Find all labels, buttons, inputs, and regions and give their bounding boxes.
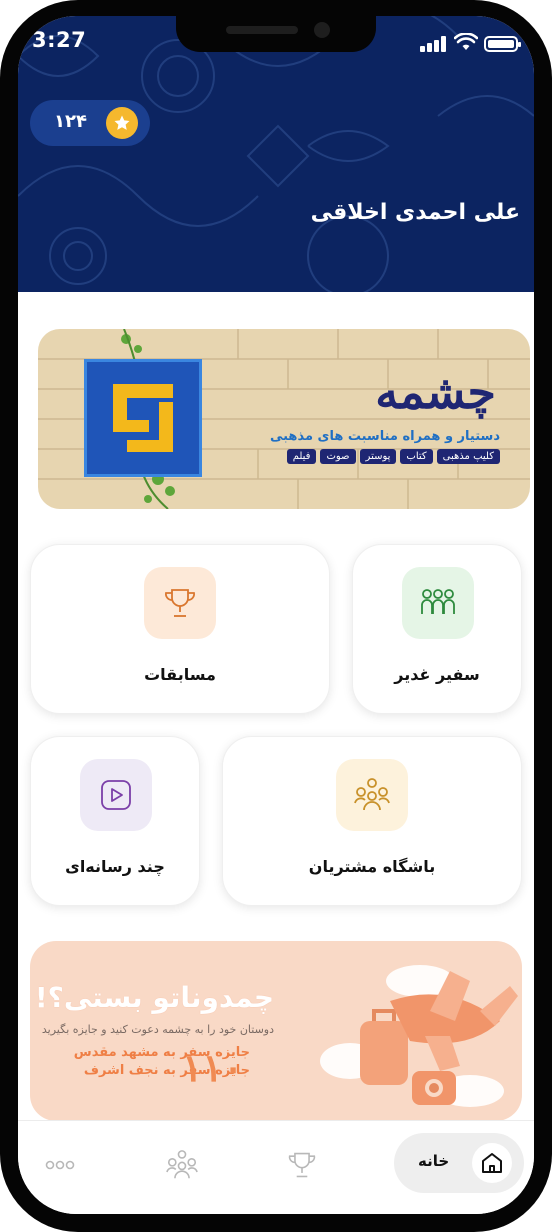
card-customer-club[interactable]: باشگاه مشتریان (222, 736, 522, 906)
tag-list: فیلم صوت پوستر کتاب کلیپ مذهبی (286, 449, 500, 464)
brand-logo (84, 359, 202, 477)
more-icon (45, 1160, 75, 1170)
card-safir-ghadir[interactable]: سفیر غدیر (352, 544, 522, 714)
card-label: سفیر غدیر (394, 665, 480, 684)
user-name: علی احمدی اخلاقی (310, 200, 520, 225)
promo-number: ۱۱۰ (182, 1045, 244, 1090)
people-group-icon (402, 567, 474, 639)
hero-banner[interactable]: چشمه دستیار و همراه مناسبت های مذهبی فیل… (38, 329, 530, 509)
card-label: باشگاه مشتریان (308, 857, 436, 876)
promo-banner[interactable]: چمدوناتو بستی؟! دوستان خود را به چشمه دع… (30, 941, 522, 1121)
trophy-icon (144, 567, 216, 639)
nav-customer-club[interactable] (162, 1145, 202, 1185)
notch (176, 16, 376, 52)
battery-icon (484, 36, 521, 52)
home-icon (472, 1143, 512, 1183)
bottom-nav: خانه (18, 1120, 534, 1214)
trophy-icon (288, 1152, 316, 1178)
app-screen: ۱۲۴ علی احمدی اخلاقی 3:27 چشمه دستیار و … (18, 16, 534, 1214)
tag-chip: پوستر (359, 449, 397, 464)
tag-chip: فیلم (286, 449, 317, 464)
card-competitions[interactable]: مسابقات (30, 544, 330, 714)
points-value: ۱۲۴ (54, 111, 87, 132)
nav-home-label: خانه (418, 1152, 450, 1170)
nav-competitions[interactable] (282, 1145, 322, 1185)
card-multimedia[interactable]: چند رسانه‌ای (30, 736, 200, 906)
star-icon (106, 107, 138, 139)
customer-club-icon (336, 759, 408, 831)
signal-icon (420, 36, 448, 52)
promo-title: چمدوناتو بستی؟! (34, 981, 274, 1014)
brand-subtitle: دستیار و همراه مناسبت های مذهبی (269, 429, 500, 444)
promo-subtitle: دوستان خود را به چشمه دعوت کنید و جایزه … (41, 1023, 274, 1036)
play-icon (80, 759, 152, 831)
brand-title: چشمه (375, 365, 496, 419)
nav-home[interactable]: خانه (394, 1133, 524, 1193)
phone-frame: ۱۲۴ علی احمدی اخلاقی 3:27 چشمه دستیار و … (0, 0, 552, 1232)
status-time: 3:27 (32, 28, 87, 52)
customer-club-icon (166, 1150, 198, 1179)
tag-chip: کتاب (400, 449, 433, 464)
points-pill[interactable]: ۱۲۴ (30, 100, 150, 146)
nav-more[interactable] (40, 1145, 80, 1185)
wifi-icon (454, 33, 478, 50)
card-label: مسابقات (144, 665, 216, 684)
tag-chip: کلیپ مذهبی (436, 449, 500, 464)
card-label: چند رسانه‌ای (65, 857, 165, 876)
tag-chip: صوت (320, 449, 356, 464)
